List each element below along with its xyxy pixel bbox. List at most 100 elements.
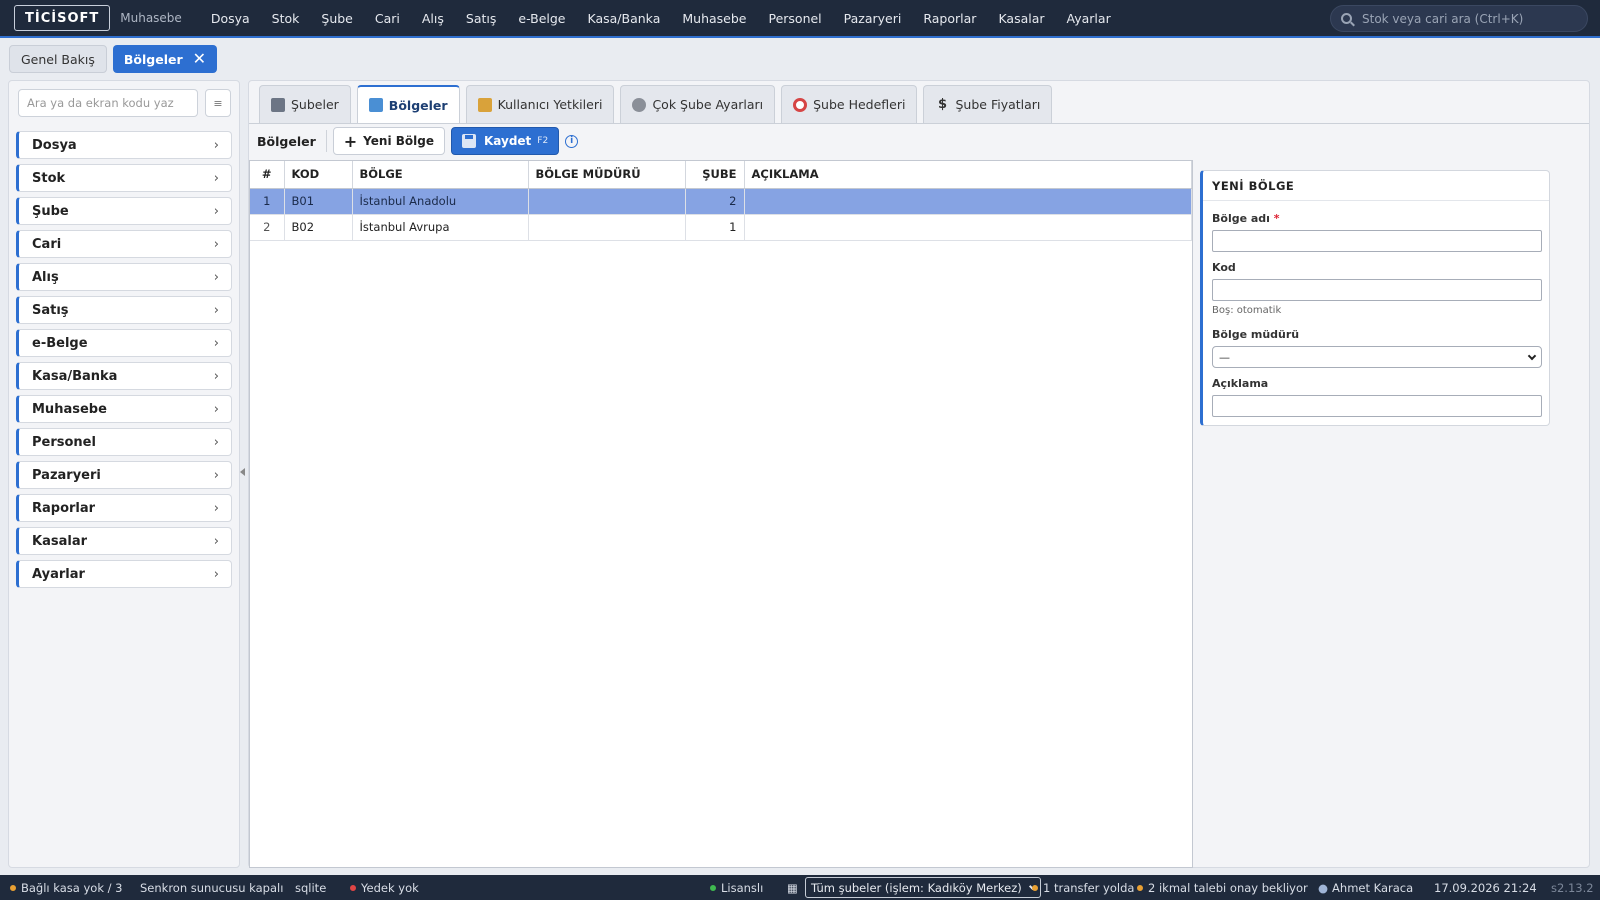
menu-alis[interactable]: Alış [411,11,455,26]
search-icon [1341,13,1352,24]
info-icon[interactable]: i [565,134,579,148]
tab-label: Çok Şube Ayarları [652,97,764,112]
dollar-icon: $ [937,96,947,112]
version: s2.13.2 [1551,880,1594,895]
chevron-right-icon: › [213,203,219,219]
tab-divider [249,123,1589,124]
datetime: 17.09.2026 21:24 [1434,880,1537,895]
tab-genel-bakis[interactable]: Genel Bakış [9,45,107,73]
sidebar-item-raporlar[interactable]: Raporlar › [16,494,232,522]
license-status: Lisanslı [710,881,763,895]
sidebar-item-label: Stok [32,170,66,186]
supply-status-text: 2 ikmal talebi onay bekliyor [1148,880,1308,895]
toolbar-title: Bölgeler [257,133,316,149]
description-field[interactable] [1212,395,1542,417]
column-header-aciklama[interactable]: AÇIKLAMA [744,161,1192,189]
sidebar-item-stok[interactable]: Stok › [16,164,232,192]
sidebar-item-alis[interactable]: Alış › [16,263,232,291]
chevron-right-icon: › [213,170,219,186]
sidebar-item-label: Pazaryeri [32,467,101,483]
chevron-right-icon: › [213,269,219,285]
sidebar-item-kasa-banka[interactable]: Kasa/Banka › [16,362,232,390]
tab-bolgeler[interactable]: Bölgeler ✕ [112,45,218,73]
cell-bolge: İstanbul Avrupa [352,214,529,241]
cash-status: Bağlı kasa yok / 3 [10,881,122,895]
tab-cok-sube-ayarlari[interactable]: Çok Şube Ayarları [620,85,776,123]
cell-kod: B02 [284,214,353,241]
target-icon [793,97,808,112]
sidebar-item-muhasebe[interactable]: Muhasebe › [16,395,232,423]
code-field[interactable] [1212,279,1542,301]
menu-dosya[interactable]: Dosya [200,11,261,26]
cell-sube: 1 [685,214,745,241]
manager-select-value: — [1219,350,1230,364]
new-region-button[interactable]: + Yeni Bölge [332,127,445,155]
tab-label: Şube Fiyatları [955,97,1041,112]
tab-kullanici-yetkileri[interactable]: Kullanıcı Yetkileri [465,85,615,123]
sidebar-item-ayarlar[interactable]: Ayarlar › [16,560,232,588]
sidebar-item-cari[interactable]: Cari › [16,230,232,258]
transfer-status[interactable]: 1 transfer yolda [1032,881,1134,895]
main-menu: Dosya Stok Şube Cari Alış Satış e-Belge … [200,11,1122,26]
menu-sube[interactable]: Şube [310,11,363,26]
branch-select-value: Tüm şubeler (işlem: Kadıköy Merkez) [811,880,1022,895]
tab-sube-fiyatlari[interactable]: $ Şube Fiyatları [923,85,1053,123]
chevron-right-icon: › [213,500,219,516]
user-icon: ● [1318,880,1329,895]
column-header-sube[interactable]: ŞUBE [685,161,745,189]
menu-kasa-banka[interactable]: Kasa/Banka [577,11,672,26]
menu-e-belge[interactable]: e-Belge [507,11,576,26]
user-status[interactable]: ● Ahmet Karaca [1318,881,1413,895]
region-name-field[interactable] [1212,230,1542,252]
sidebar-menu-toggle-button[interactable]: ≡ [205,89,231,117]
license-status-text: Lisanslı [721,880,764,895]
app-subtitle: Muhasebe [120,11,182,25]
table-row[interactable]: 2 B02 İstanbul Avrupa 1 [250,214,1192,241]
chevron-right-icon: › [213,533,219,549]
sidebar-search-input[interactable]: Ara ya da ekran kodu yaz [18,89,198,117]
table-row[interactable]: 1 B01 İstanbul Anadolu 2 [250,188,1192,215]
tab-subeler[interactable]: Şubeler [259,85,351,123]
branch-select[interactable]: Tüm şubeler (işlem: Kadıköy Merkez) [805,877,1041,898]
column-header-no[interactable]: # [250,161,285,189]
menu-cari[interactable]: Cari [364,11,411,26]
menu-stok[interactable]: Stok [261,11,311,26]
sidebar-item-e-belge[interactable]: e-Belge › [16,329,232,357]
backup-status-text: Yedek yok [361,880,419,895]
description-label: Açıklama [1212,377,1269,390]
menu-pazaryeri[interactable]: Pazaryeri [833,11,913,26]
cell-mudur [528,188,686,215]
manager-select[interactable]: — [1212,346,1542,368]
chevron-right-icon: › [213,467,219,483]
cell-aciklama [744,188,1192,215]
new-region-form: YENİ BÖLGE Bölge adı * Kod Boş: otomatik… [1200,170,1550,426]
sidebar-item-kasalar[interactable]: Kasalar › [16,527,232,555]
sidebar-item-satis[interactable]: Satış › [16,296,232,324]
status-bar: Bağlı kasa yok / 3 Senkron sunucusu kapa… [0,875,1600,900]
sidebar-item-sube[interactable]: Şube › [16,197,232,225]
close-icon[interactable]: ✕ [193,51,206,67]
sidebar-item-label: Kasa/Banka [32,368,118,384]
sidebar-item-pazaryeri[interactable]: Pazaryeri › [16,461,232,489]
global-search-input[interactable]: Stok veya cari ara (Ctrl+K) [1330,5,1588,32]
column-header-bolge[interactable]: BÖLGE [352,161,529,189]
warning-dot-icon [1137,884,1143,891]
column-header-bolge-muduru[interactable]: BÖLGE MÜDÜRÜ [528,161,686,189]
menu-muhasebe[interactable]: Muhasebe [671,11,757,26]
menu-raporlar[interactable]: Raporlar [912,11,987,26]
tab-bolgeler-module[interactable]: Bölgeler [356,85,460,123]
building-icon [271,97,285,112]
sidebar-item-label: Ayarlar [32,566,85,582]
menu-ayarlar[interactable]: Ayarlar [1056,11,1122,26]
menu-satis[interactable]: Satış [455,11,507,26]
app-logo[interactable]: TİCİSOFT [14,5,111,31]
save-button[interactable]: Kaydet F2 [450,127,560,155]
sidebar-item-personel[interactable]: Personel › [16,428,232,456]
menu-kasalar[interactable]: Kasalar [987,11,1055,26]
menu-personel[interactable]: Personel [757,11,832,26]
sidebar-item-dosya[interactable]: Dosya › [16,131,232,159]
supply-status[interactable]: 2 ikmal talebi onay bekliyor [1137,881,1308,895]
tab-sube-hedefleri[interactable]: Şube Hedefleri [781,85,918,123]
column-header-kod[interactable]: KOD [284,161,353,189]
collapse-sidebar-icon[interactable] [240,468,245,476]
